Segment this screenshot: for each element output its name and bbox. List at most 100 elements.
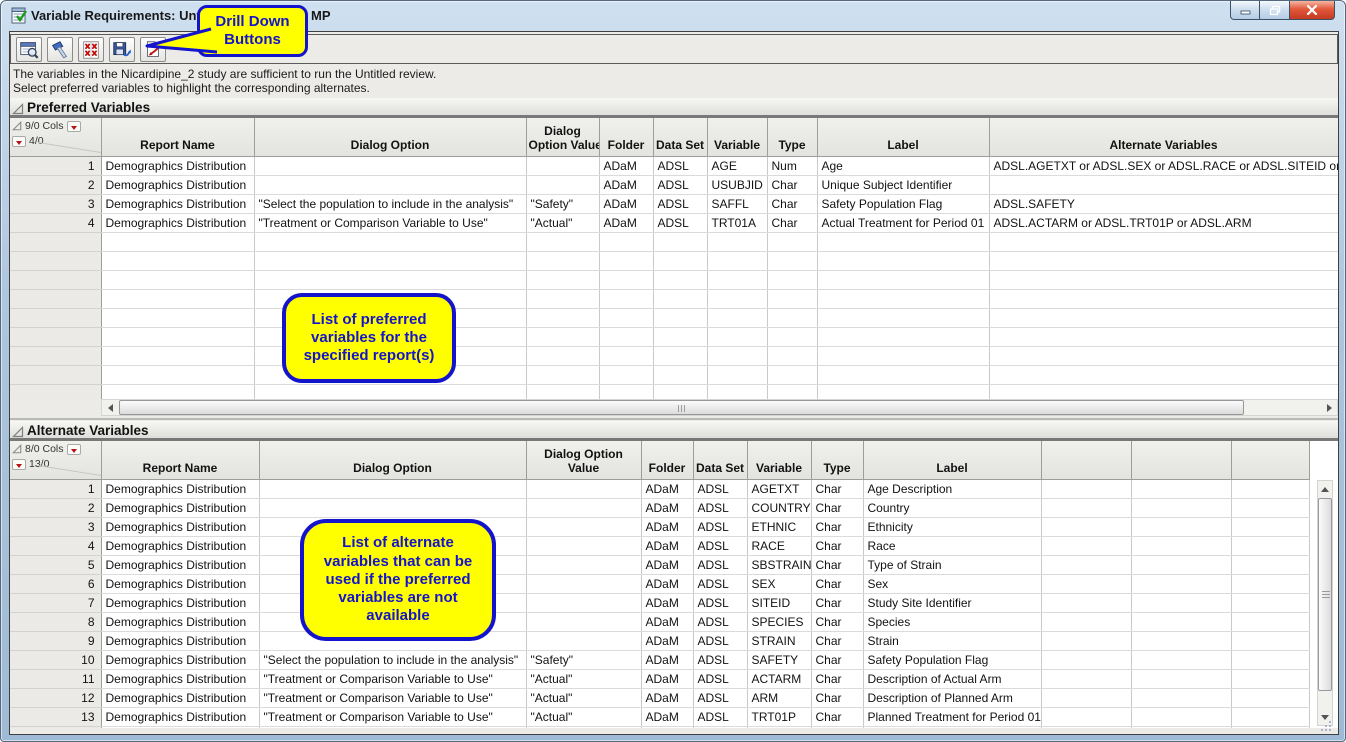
cell[interactable]: ADaM (641, 650, 693, 669)
cell[interactable]: ADaM (599, 213, 653, 232)
row-number[interactable]: 2 (10, 498, 101, 517)
cell[interactable]: USUBJID (707, 175, 767, 194)
resize-grip[interactable] (1319, 719, 1333, 733)
preferred-section-header[interactable]: Preferred Variables (10, 98, 1338, 118)
cell[interactable] (1041, 650, 1131, 669)
preferred-horizontal-scrollbar[interactable] (101, 399, 1338, 416)
row-number[interactable]: 10 (10, 650, 101, 669)
cell[interactable]: Char (811, 593, 863, 612)
cell[interactable]: ADSL (693, 688, 747, 707)
cell[interactable]: Demographics Distribution (101, 574, 259, 593)
disclosure-triangle-icon[interactable] (12, 121, 22, 131)
cell[interactable]: ADSL (693, 498, 747, 517)
cell[interactable]: Safety Population Flag (863, 650, 1041, 669)
cell[interactable]: RACE (747, 536, 811, 555)
cell[interactable]: ADSL (693, 650, 747, 669)
cell[interactable]: ADaM (641, 688, 693, 707)
cell[interactable] (1231, 612, 1309, 631)
cell[interactable]: Demographics Distribution (101, 536, 259, 555)
cell[interactable]: STRAIN (747, 631, 811, 650)
row-number[interactable]: 4 (10, 213, 101, 232)
cell[interactable]: Demographics Distribution (101, 156, 254, 175)
cell[interactable]: "Actual" (526, 669, 641, 688)
column-header[interactable]: Alternate Variables (989, 118, 1338, 156)
cell[interactable] (254, 175, 526, 194)
cell[interactable]: Type of Strain (863, 555, 1041, 574)
cell[interactable]: Demographics Distribution (101, 213, 254, 232)
column-header[interactable] (1231, 441, 1309, 479)
cell[interactable]: ADSL (653, 213, 707, 232)
cell[interactable] (1231, 536, 1309, 555)
cell[interactable]: ADaM (641, 517, 693, 536)
column-header[interactable]: DialogOption Value (526, 118, 599, 156)
cell[interactable]: ADaM (599, 175, 653, 194)
cell[interactable] (1131, 498, 1231, 517)
cell[interactable]: SAFETY (747, 650, 811, 669)
cell[interactable] (1231, 631, 1309, 650)
cell[interactable] (1041, 498, 1131, 517)
row-menu-icon[interactable] (12, 136, 26, 147)
column-header[interactable]: Type (767, 118, 817, 156)
cell[interactable]: Num (767, 156, 817, 175)
cell[interactable]: Demographics Distribution (101, 650, 259, 669)
cell[interactable] (1041, 555, 1131, 574)
column-header[interactable]: Type (811, 441, 863, 479)
cell[interactable]: Char (811, 555, 863, 574)
cell[interactable]: ADaM (599, 194, 653, 213)
row-number[interactable]: 5 (10, 555, 101, 574)
cell[interactable] (1231, 650, 1309, 669)
cell[interactable] (1231, 707, 1309, 726)
cell[interactable]: "Actual" (526, 707, 641, 726)
cell[interactable] (526, 631, 641, 650)
cell[interactable]: ADSL.SAFETY (989, 194, 1338, 213)
cell[interactable]: ADSL (653, 156, 707, 175)
cell[interactable]: ADSL.AGETXT or ADSL.SEX or ADSL.RACE or … (989, 156, 1338, 175)
cell[interactable] (1131, 574, 1231, 593)
toolbar-button-document-transfer-icon[interactable] (140, 37, 166, 62)
cell[interactable]: ADSL (653, 175, 707, 194)
disclosure-triangle-icon[interactable] (12, 444, 22, 454)
cell[interactable]: ADaM (641, 612, 693, 631)
cell[interactable]: "Actual" (526, 213, 599, 232)
cell[interactable]: Demographics Distribution (101, 707, 259, 726)
cell[interactable]: "Safety" (526, 650, 641, 669)
row-number[interactable]: 11 (10, 669, 101, 688)
cell[interactable]: Char (811, 631, 863, 650)
cell[interactable] (526, 517, 641, 536)
toolbar-button-exclude-rows-icon[interactable] (78, 37, 104, 62)
table-corner-cell[interactable]: 8/0 Cols13/0 (10, 441, 101, 479)
column-menu-icon[interactable] (67, 444, 81, 455)
cell[interactable]: Demographics Distribution (101, 555, 259, 574)
row-number[interactable]: 12 (10, 688, 101, 707)
alternate-section-header[interactable]: Alternate Variables (10, 421, 1338, 441)
cell[interactable] (1041, 536, 1131, 555)
cell[interactable] (1041, 631, 1131, 650)
cell[interactable] (1131, 631, 1231, 650)
cell[interactable] (1131, 707, 1231, 726)
cell[interactable]: ADSL (693, 555, 747, 574)
cell[interactable]: "Treatment or Comparison Variable to Use… (259, 669, 526, 688)
cell[interactable] (526, 574, 641, 593)
cell[interactable] (1131, 688, 1231, 707)
cell[interactable] (1231, 669, 1309, 688)
cell[interactable] (526, 479, 641, 498)
cell[interactable]: Char (811, 650, 863, 669)
cell[interactable]: Char (767, 194, 817, 213)
table-corner-cell[interactable]: 9/0 Cols4/0 (10, 118, 101, 156)
cell[interactable] (1131, 479, 1231, 498)
column-header[interactable]: Report Name (101, 441, 259, 479)
cell[interactable] (1231, 555, 1309, 574)
cell[interactable] (259, 479, 526, 498)
minimize-button[interactable] (1230, 1, 1260, 20)
alternate-vertical-scrollbar[interactable] (1317, 480, 1333, 726)
cell[interactable] (1131, 555, 1231, 574)
cell[interactable]: ADaM (641, 479, 693, 498)
cell[interactable] (254, 156, 526, 175)
cell[interactable]: Age (817, 156, 989, 175)
cell[interactable]: ADSL (693, 612, 747, 631)
cell[interactable] (1041, 612, 1131, 631)
cell[interactable]: "Safety" (526, 194, 599, 213)
cell[interactable] (1231, 688, 1309, 707)
scroll-left-button[interactable] (102, 400, 118, 415)
cell[interactable]: Strain (863, 631, 1041, 650)
